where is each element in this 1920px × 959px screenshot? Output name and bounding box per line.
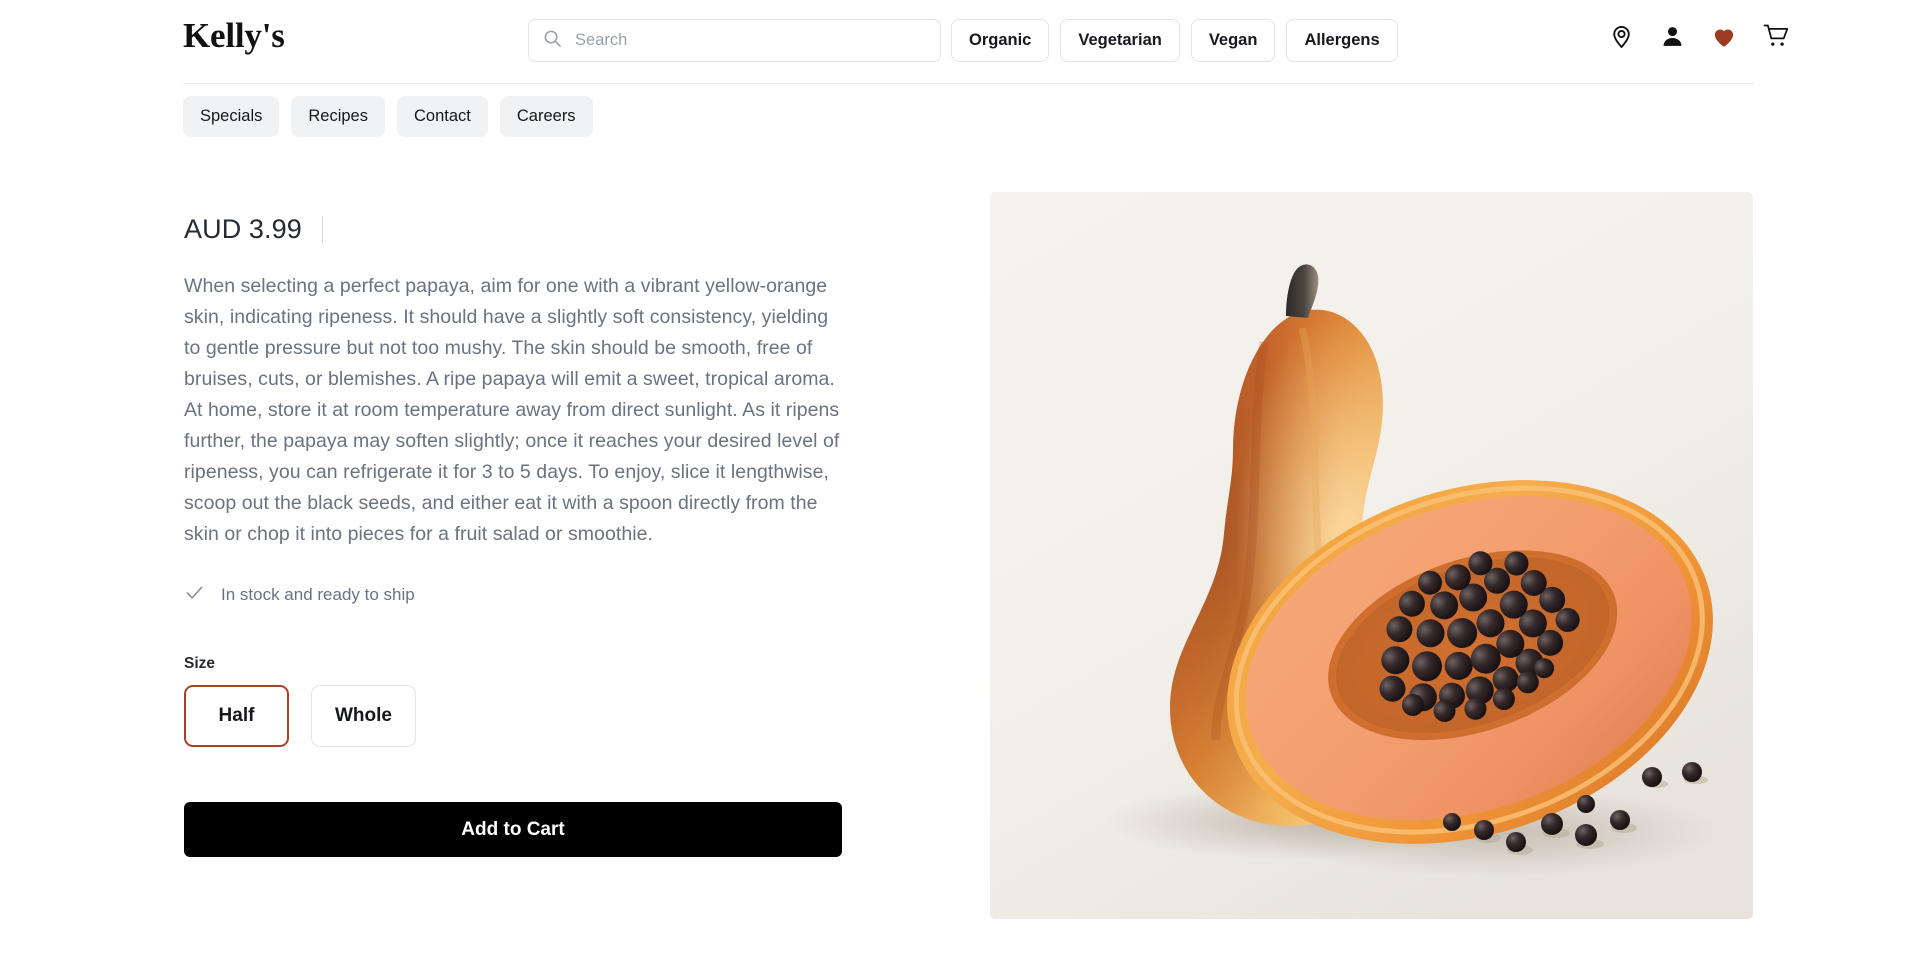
product-price: AUD 3.99: [184, 213, 302, 244]
add-to-cart-button[interactable]: Add to Cart: [184, 802, 842, 857]
product-page: Kelly's Organic Vegetarian Vegan Allerge…: [0, 0, 1920, 959]
nav-item-recipes[interactable]: Recipes: [291, 96, 385, 137]
user-account-icon[interactable]: [1660, 24, 1685, 49]
heart-wishlist-icon[interactable]: [1711, 24, 1737, 50]
product-image[interactable]: [990, 192, 1753, 919]
search-icon: [543, 29, 562, 53]
filter-vegetarian[interactable]: Vegetarian: [1060, 19, 1180, 62]
filter-vegan[interactable]: Vegan: [1190, 19, 1276, 62]
papaya-illustration: [990, 192, 1753, 919]
site-logo[interactable]: Kelly's: [183, 16, 285, 56]
product-description: When selecting a perfect papaya, aim for…: [184, 275, 840, 545]
product-details-column: AUD 3.99 When selecting a perfect papaya…: [184, 212, 844, 857]
filter-organic[interactable]: Organic: [951, 19, 1050, 62]
nav-item-specials[interactable]: Specials: [183, 96, 280, 137]
search-box[interactable]: [528, 19, 941, 62]
stock-status: In stock and ready to ship: [184, 582, 844, 608]
size-option-whole[interactable]: Whole: [311, 685, 416, 747]
shopping-cart-icon[interactable]: [1763, 23, 1790, 50]
search-input[interactable]: [573, 20, 913, 61]
price-divider: [321, 215, 323, 243]
secondary-navigation: Specials Recipes Contact Careers: [183, 96, 593, 137]
size-selector-label: Size: [184, 655, 216, 672]
size-option-half[interactable]: Half: [184, 685, 289, 747]
nav-item-contact[interactable]: Contact: [397, 96, 488, 137]
stock-status-label: In stock and ready to ship: [221, 585, 415, 604]
header-divider: [183, 83, 1755, 84]
nav-item-careers[interactable]: Careers: [499, 96, 593, 137]
filter-button-group: Organic Vegetarian Vegan Allergens: [951, 19, 1398, 62]
filter-allergens[interactable]: Allergens: [1286, 19, 1398, 62]
price-row: AUD 3.99: [184, 212, 844, 246]
size-selector: Half Whole: [184, 685, 844, 747]
location-pin-icon[interactable]: [1609, 24, 1634, 49]
header-icon-group: [1609, 23, 1790, 50]
site-header: Kelly's Organic Vegetarian Vegan Allerge…: [0, 0, 1920, 83]
check-icon: [184, 582, 205, 608]
